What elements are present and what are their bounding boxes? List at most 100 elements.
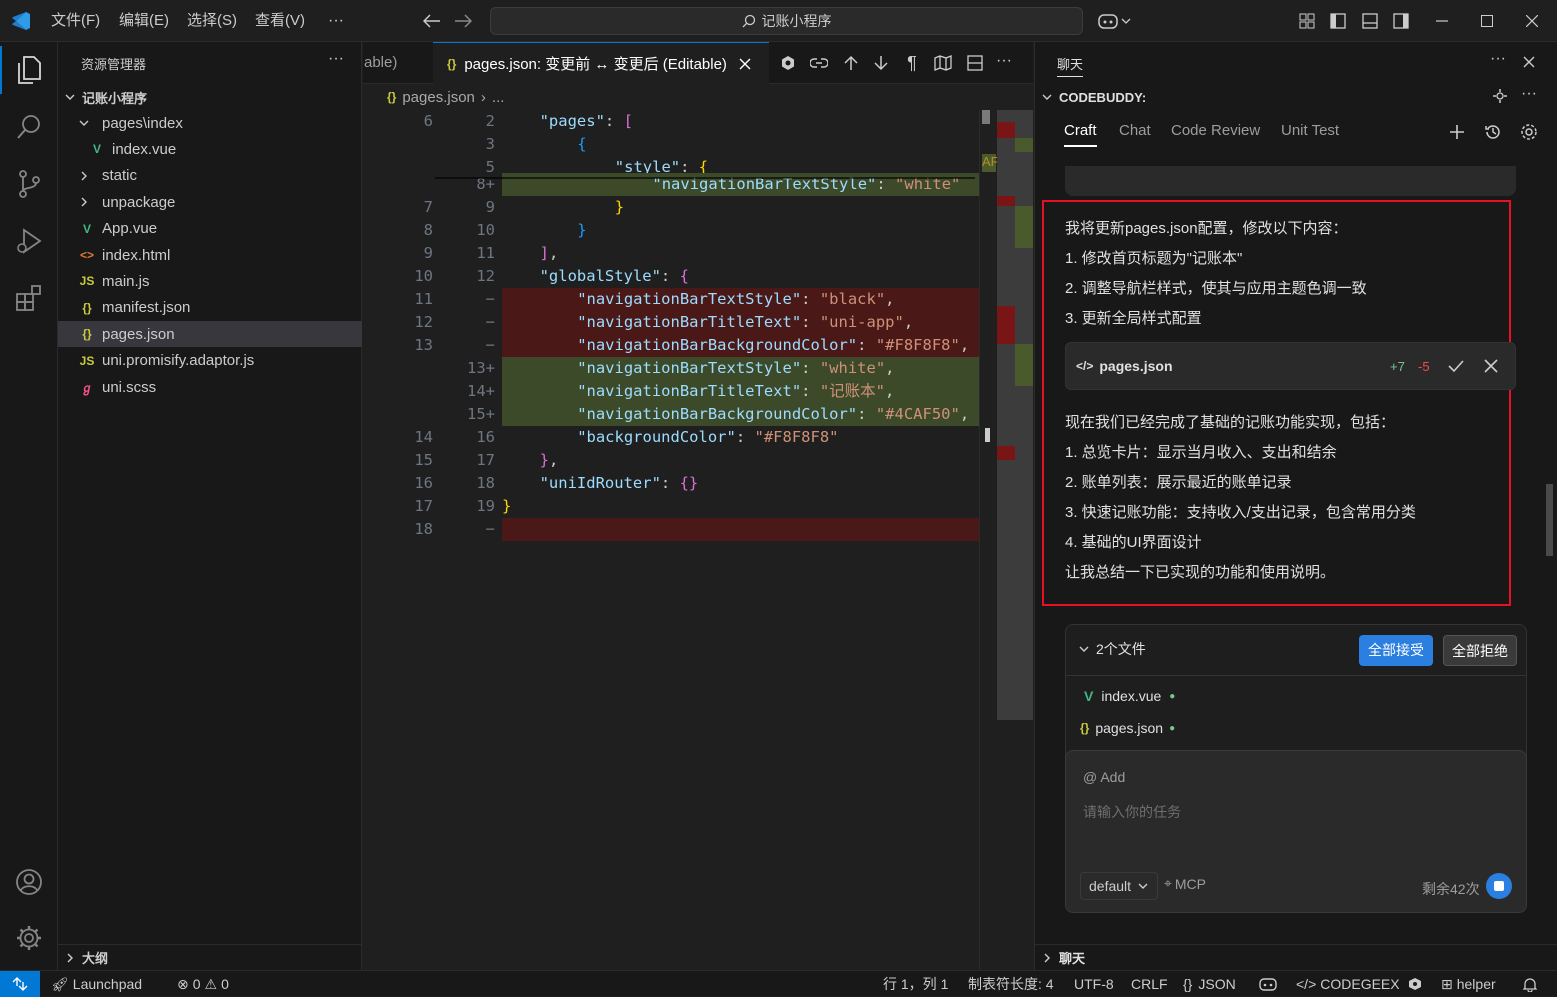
- notifications-bell-icon[interactable]: [1521, 971, 1539, 997]
- history-icon[interactable]: [1483, 122, 1503, 142]
- link-icon[interactable]: [809, 53, 829, 73]
- split-editor-icon[interactable]: [965, 53, 985, 73]
- remote-indicator-icon[interactable]: [0, 971, 40, 997]
- tab-craft[interactable]: Craft: [1064, 122, 1097, 147]
- problems-item[interactable]: ⊗ 0 ⚠ 0: [177, 971, 229, 997]
- reject-all-button[interactable]: 全部拒绝: [1443, 635, 1517, 666]
- minimize-icon[interactable]: [1432, 11, 1452, 31]
- next-change-icon[interactable]: [871, 53, 891, 73]
- toggle-panel-icon[interactable]: [1361, 12, 1379, 30]
- tree-item[interactable]: JS uni.promisify.adaptor.js: [58, 348, 362, 374]
- mode-select[interactable]: default: [1080, 872, 1159, 900]
- previous-change-icon[interactable]: [841, 53, 861, 73]
- codebuddy-section-header[interactable]: CODEBUDDY:: [1041, 86, 1146, 108]
- file-change-card[interactable]: </> pages.json +7 -5: [1065, 342, 1516, 390]
- diff-code-area[interactable]: 6 2 "pages": [3{5 "style": {8+ "navigationBa…: [363, 110, 997, 970]
- code-line[interactable]: 7 9}: [363, 196, 997, 219]
- chat-footer-section[interactable]: 聊天: [1035, 944, 1557, 970]
- task-input[interactable]: 请输入你的任务: [1083, 802, 1181, 822]
- explorer-more-button[interactable]: ···: [328, 50, 344, 68]
- source-control-icon[interactable]: [0, 160, 58, 208]
- code-line[interactable]: 12 − "navigationBarTitleText": "uni-app",: [363, 311, 997, 334]
- tab-chat[interactable]: Chat: [1119, 122, 1151, 139]
- menu-edit[interactable]: 编辑(E): [119, 0, 169, 42]
- tree-item[interactable]: V App.vue: [58, 216, 362, 242]
- code-line[interactable]: 18 −: [363, 518, 997, 541]
- copilot-status-icon[interactable]: [1258, 971, 1278, 997]
- forward-arrow-icon[interactable]: [453, 11, 473, 31]
- whitespace-pilcrow-icon[interactable]: ¶: [902, 53, 922, 73]
- breadcrumb-file[interactable]: pages.json: [402, 89, 475, 106]
- toggle-sidebar-icon[interactable]: [1329, 12, 1347, 30]
- outline-section[interactable]: 大纲: [58, 944, 362, 970]
- launchpad-item[interactable]: 🚀︎ Launchpad: [51, 971, 142, 997]
- code-line[interactable]: 11 − "navigationBarTextStyle": "black",: [363, 288, 997, 311]
- tree-item[interactable]: {} pages.json: [58, 321, 362, 348]
- changes-header[interactable]: 2个文件: [1078, 639, 1146, 659]
- code-line[interactable]: 14 16 "backgroundColor": "#F8F8F8": [363, 426, 997, 449]
- code-line[interactable]: 9 11],: [363, 242, 997, 265]
- editor-more-button[interactable]: ···: [996, 52, 1012, 70]
- code-line[interactable]: 6 2 "pages": [: [363, 110, 997, 133]
- extensions-icon[interactable]: [0, 274, 58, 322]
- tree-root-folder[interactable]: 记账小程序: [58, 84, 362, 110]
- minimap[interactable]: AF: [979, 110, 999, 970]
- encoding[interactable]: UTF-8: [1074, 971, 1114, 997]
- tab-code-review[interactable]: Code Review: [1171, 122, 1260, 139]
- changed-file-item[interactable]: V index.vue ●: [1084, 688, 1175, 704]
- back-arrow-icon[interactable]: [422, 11, 442, 31]
- maximize-icon[interactable]: [1477, 11, 1497, 31]
- accept-all-button[interactable]: 全部接受: [1359, 635, 1433, 666]
- code-line[interactable]: 3{: [363, 133, 997, 156]
- tree-item[interactable]: unpackage: [58, 189, 362, 215]
- settings-gear-icon[interactable]: [0, 914, 58, 962]
- layout-customize-icon[interactable]: [1298, 12, 1316, 30]
- tree-item[interactable]: <> index.html: [58, 242, 362, 268]
- menu-file[interactable]: 文件(F): [51, 0, 100, 42]
- code-line[interactable]: 10 12 "globalStyle": {: [363, 265, 997, 288]
- close-window-icon[interactable]: [1522, 11, 1542, 31]
- command-center-search[interactable]: 记账小程序: [490, 7, 1083, 35]
- breadcrumb-more[interactable]: ...: [492, 89, 505, 106]
- explorer-icon[interactable]: [0, 46, 58, 94]
- search-icon[interactable]: [0, 103, 58, 151]
- chat-input-box[interactable]: @ Add 请输入你的任务 default ⌖ MCP 剩余42次: [1065, 750, 1527, 913]
- codebuddy-settings-icon[interactable]: [1491, 87, 1509, 105]
- language-mode[interactable]: {} JSON: [1183, 971, 1236, 997]
- codebuddy-more-button[interactable]: ···: [1521, 85, 1537, 103]
- menu-more[interactable]: ···: [328, 0, 344, 42]
- reject-close-icon[interactable]: [1484, 359, 1498, 373]
- tree-item[interactable]: ℊ uni.scss: [58, 374, 362, 400]
- copilot-icon[interactable]: [1097, 11, 1133, 31]
- code-line[interactable]: 16 18 "uniIdRouter": {}: [363, 472, 997, 495]
- accept-check-icon[interactable]: [1448, 359, 1464, 373]
- changed-file-item[interactable]: {} pages.json ●: [1080, 720, 1175, 736]
- helper-item[interactable]: ⊞ helper: [1441, 971, 1496, 997]
- tab-size[interactable]: 制表符长度: 4: [968, 971, 1054, 997]
- tree-item[interactable]: pages\index: [58, 110, 362, 136]
- code-line[interactable]: 13+ "navigationBarTextStyle": "white",: [363, 357, 997, 380]
- close-tab-icon[interactable]: [739, 58, 751, 70]
- tree-item[interactable]: JS main.js: [58, 268, 362, 294]
- tab-unit-test[interactable]: Unit Test: [1281, 122, 1339, 139]
- tab-pages-json-diff[interactable]: {} pages.json: 变更前 ↔ 变更后 (Editable): [433, 42, 769, 84]
- code-line[interactable]: 13 − "navigationBarBackgroundColor": "#F8F…: [363, 334, 997, 357]
- mcp-button[interactable]: ⌖ MCP: [1164, 875, 1206, 892]
- chat-more-button[interactable]: ···: [1490, 50, 1506, 68]
- run-debug-icon[interactable]: [0, 217, 58, 265]
- menu-view[interactable]: 查看(V): [255, 0, 305, 42]
- add-context-button[interactable]: @ Add: [1083, 769, 1125, 785]
- codegeex-item[interactable]: </> CODEGEEX: [1296, 971, 1400, 997]
- account-icon[interactable]: [0, 858, 58, 906]
- code-line[interactable]: 15 17},: [363, 449, 997, 472]
- tree-item[interactable]: Vindex.vue: [58, 136, 362, 162]
- line-ending[interactable]: CRLF: [1131, 971, 1168, 997]
- code-line[interactable]: 17 19}: [363, 495, 997, 518]
- codebuddy-status-icon[interactable]: [1405, 971, 1425, 997]
- stop-button-icon[interactable]: [1486, 873, 1512, 899]
- menu-selection[interactable]: 选择(S): [187, 0, 237, 42]
- code-line[interactable]: 8 10}: [363, 219, 997, 242]
- code-line[interactable]: 15+ "navigationBarBackgroundColor": "#4CA…: [363, 403, 997, 426]
- chat-scrollbar[interactable]: [1546, 484, 1553, 556]
- new-chat-plus-icon[interactable]: [1447, 122, 1467, 142]
